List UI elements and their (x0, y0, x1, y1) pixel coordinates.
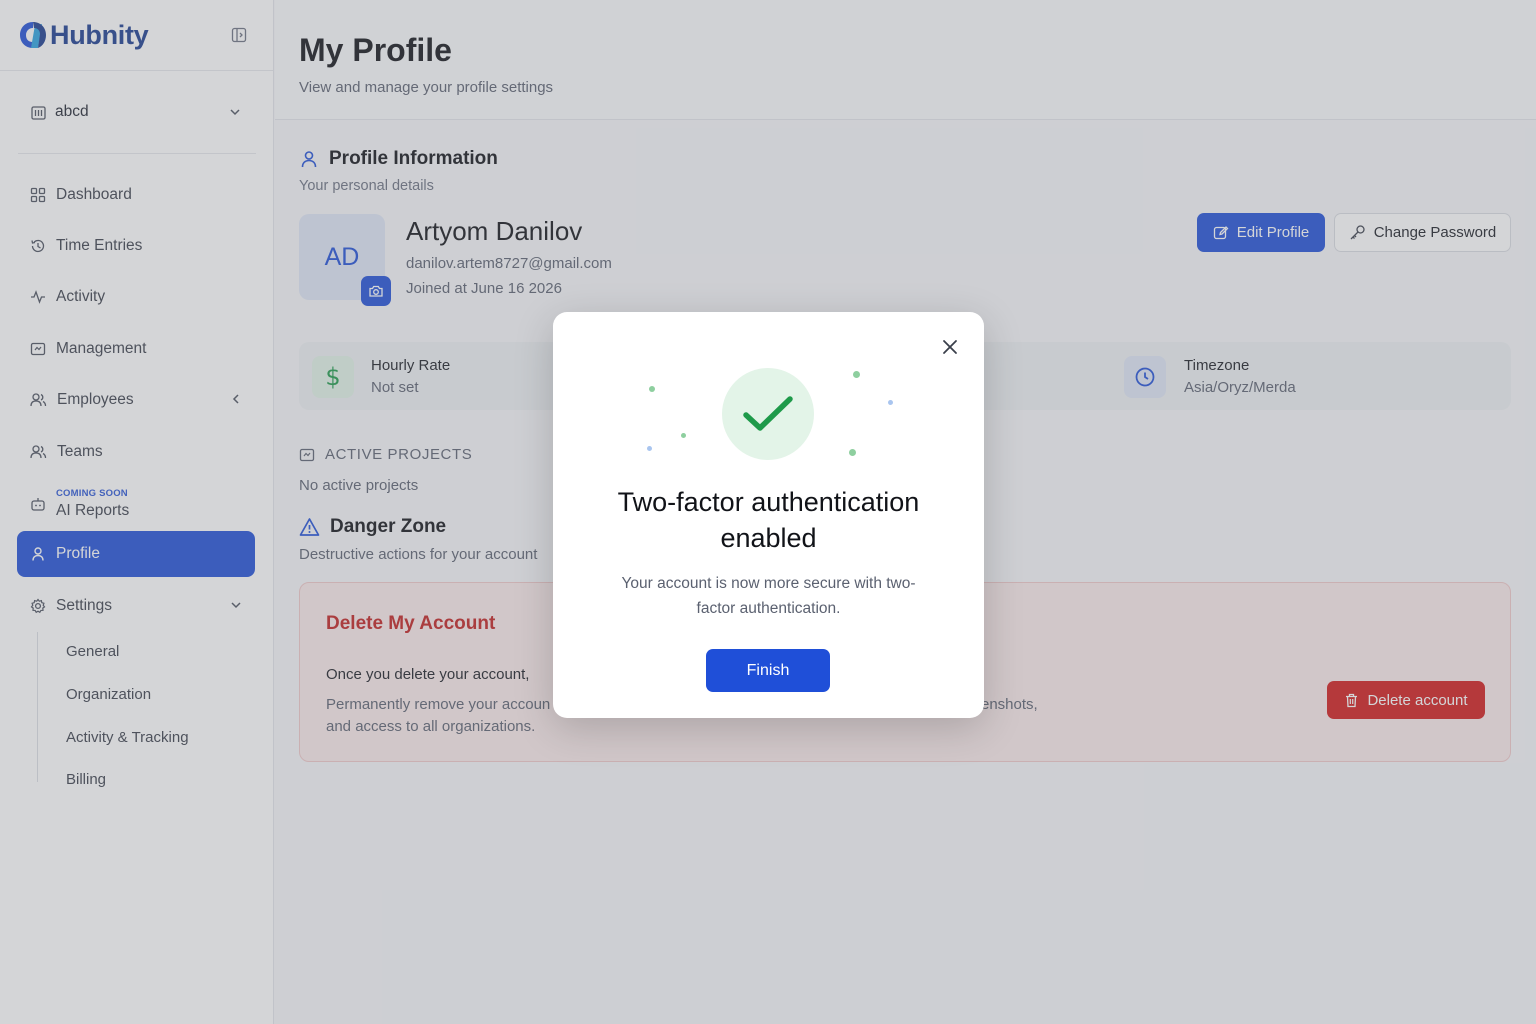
dialog-message: Your account is now more secure with two… (621, 575, 916, 617)
checkmark-icon (743, 396, 793, 431)
close-button[interactable] (939, 336, 961, 358)
success-badge (722, 368, 814, 460)
confetti-dot (681, 433, 686, 438)
finish-button[interactable]: Finish (706, 649, 830, 692)
confetti-dot (888, 400, 893, 405)
finish-label: Finish (746, 661, 790, 679)
dialog-title: Two-factor authentication enabled (617, 487, 920, 553)
confetti-dot (849, 449, 856, 456)
close-icon (943, 340, 957, 354)
confetti-dot (649, 386, 655, 392)
confetti-dot (647, 446, 652, 451)
two-factor-success-dialog: Two-factor authentication enabled Your a… (553, 312, 984, 718)
confetti-dot (853, 371, 860, 378)
